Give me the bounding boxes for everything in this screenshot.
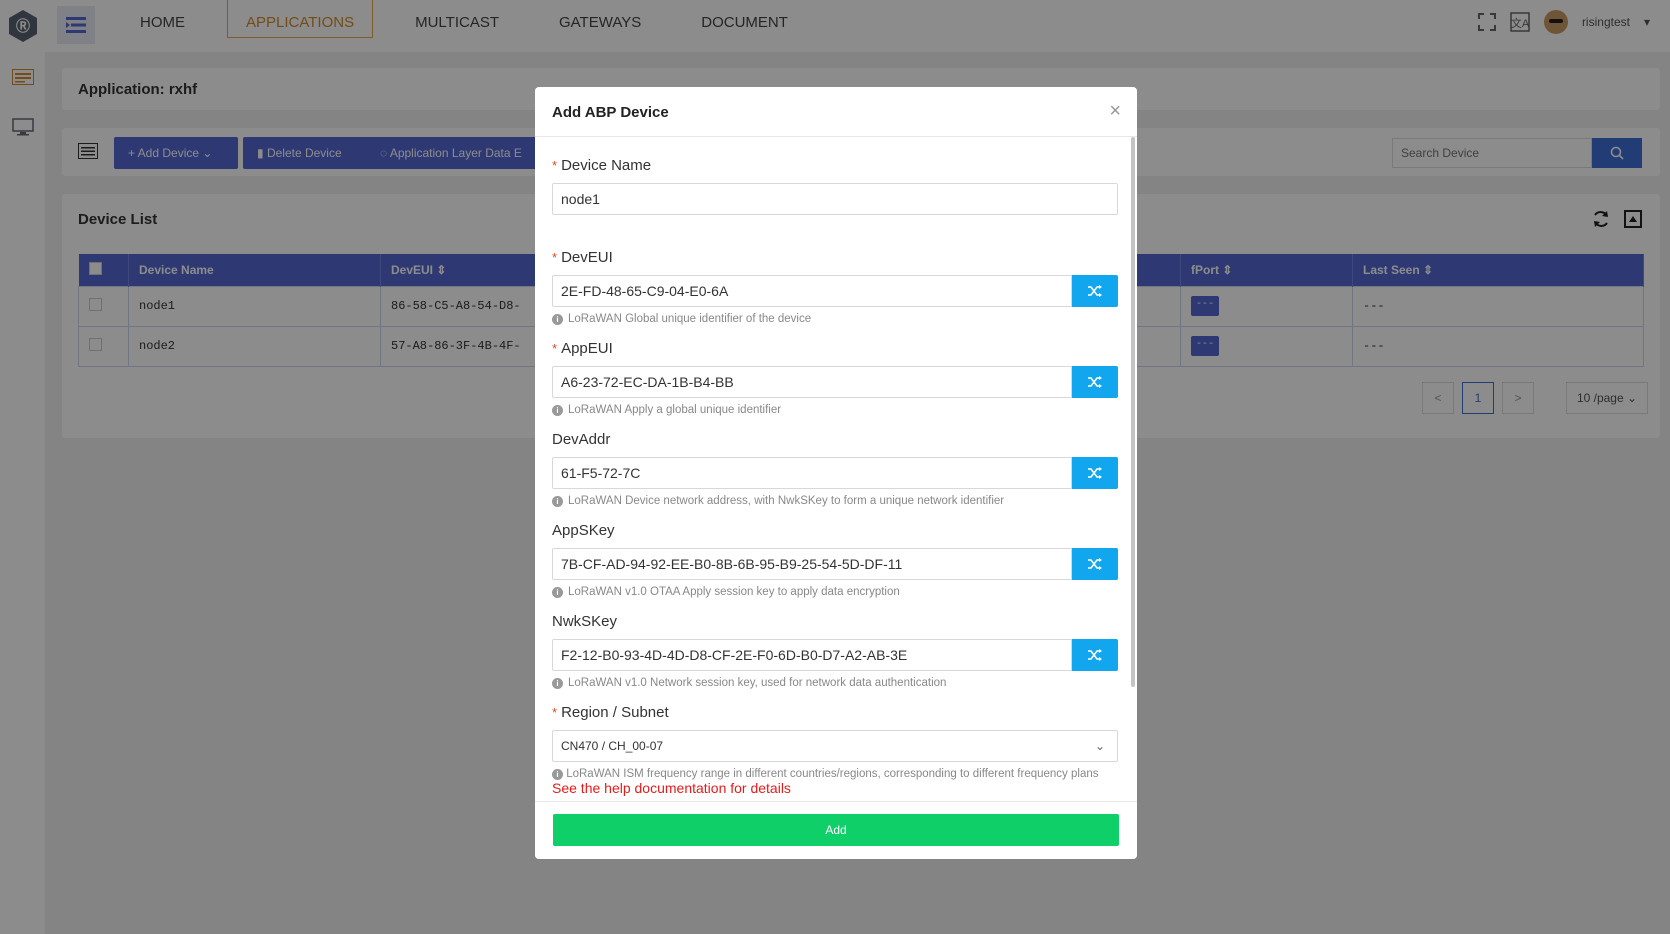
region-hint-text: LoRaWAN ISM frequency range in different…: [566, 768, 1099, 780]
appskey-input-group: [552, 548, 1118, 580]
nwkskey-hint: i LoRaWAN v1.0 Network session key, used …: [552, 677, 1118, 689]
region-field: * Region / Subnet CN470 / CH_00-07 ⌄ i Lo…: [552, 704, 1118, 796]
appeui-hint: i LoRaWAN Apply a global unique identifie…: [552, 404, 1118, 416]
shuffle-icon: [1088, 558, 1102, 570]
region-selected-value: CN470 / CH_00-07: [561, 739, 664, 753]
appskey-hint-text: LoRaWAN v1.0 OTAA Apply session key to a…: [568, 586, 900, 598]
region-hint: i LoRaWAN ISM frequency range in differe…: [552, 768, 1118, 796]
deveui-label-text: DevEUI: [561, 249, 613, 266]
appskey-field: AppSKey i LoRaWAN v1.0 OTAA Apply session…: [552, 522, 1118, 598]
required-marker: *: [552, 341, 558, 356]
appeui-input-group: [552, 366, 1118, 398]
info-icon: i: [552, 314, 563, 325]
deveui-hint-text: LoRaWAN Global unique identifier of the …: [568, 313, 812, 325]
modal-body[interactable]: *Device Name *DevEUI iLoRaWAN Global uni…: [535, 137, 1137, 801]
add-abp-device-modal: Add ABP Device × *Device Name *DevEUI iL…: [535, 87, 1137, 859]
device-name-input[interactable]: [552, 183, 1118, 215]
info-icon: i: [552, 405, 563, 416]
region-select[interactable]: CN470 / CH_00-07 ⌄: [552, 730, 1118, 762]
devaddr-hint-text: LoRaWAN Device network address, with Nwk…: [568, 495, 1005, 507]
required-marker: *: [552, 705, 558, 720]
nwkskey-field: NwkSKey i LoRaWAN v1.0 Network session ke…: [552, 613, 1118, 689]
region-label-text: Region / Subnet: [561, 704, 669, 721]
appskey-label: AppSKey: [552, 522, 615, 539]
shuffle-icon: [1088, 467, 1102, 479]
devaddr-input[interactable]: [552, 457, 1072, 489]
info-icon: i: [552, 678, 563, 689]
shuffle-icon: [1088, 649, 1102, 661]
devaddr-label: DevAddr: [552, 431, 611, 448]
generate-appskey-button[interactable]: [1072, 548, 1118, 580]
generate-devaddr-button[interactable]: [1072, 457, 1118, 489]
add-button[interactable]: Add: [553, 814, 1119, 846]
info-icon: i: [552, 496, 563, 507]
appeui-field: *AppEUI i LoRaWAN Apply a global unique i…: [552, 340, 1118, 416]
devaddr-hint: i LoRaWAN Device network address, with Nw…: [552, 495, 1118, 507]
nwkskey-input-group: [552, 639, 1118, 671]
close-icon[interactable]: ×: [1109, 101, 1121, 121]
generate-deveui-button[interactable]: [1072, 275, 1118, 307]
appeui-input[interactable]: [552, 366, 1072, 398]
shuffle-icon: [1088, 376, 1102, 388]
device-name-field: * Device Name: [552, 157, 1118, 215]
device-name-label: * Device Name: [552, 157, 1118, 179]
modal-footer: Add: [535, 801, 1137, 859]
deveui-input[interactable]: [552, 275, 1072, 307]
devaddr-input-group: [552, 457, 1118, 489]
generate-nwkskey-button[interactable]: [1072, 639, 1118, 671]
appeui-hint-text: LoRaWAN Apply a global unique identifier: [568, 404, 782, 416]
device-name-label-text: Device Name: [561, 157, 652, 174]
devaddr-field: DevAddr i LoRaWAN Device network address,…: [552, 431, 1118, 507]
help-doc-link[interactable]: See the help documentation for details: [552, 780, 791, 796]
modal-title: Add ABP Device: [552, 104, 669, 121]
deveui-hint: i LoRaWAN Global unique identifier of the…: [552, 313, 1118, 325]
appeui-label: * AppEUI: [552, 340, 1118, 362]
deveui-input-group: [552, 275, 1118, 307]
chevron-down-icon: ⌄: [1094, 739, 1105, 753]
nwkskey-input[interactable]: [552, 639, 1072, 671]
required-marker: *: [552, 250, 558, 265]
deveui-label: * DevEUI: [552, 249, 1118, 271]
nwkskey-label: NwkSKey: [552, 613, 618, 630]
generate-appeui-button[interactable]: [1072, 366, 1118, 398]
modal-header: Add ABP Device ×: [535, 87, 1137, 137]
nwkskey-hint-text: LoRaWAN v1.0 Network session key, used f…: [568, 677, 947, 689]
appeui-label-text: AppEUI: [561, 340, 613, 357]
required-marker: *: [552, 158, 558, 173]
appskey-input[interactable]: [552, 548, 1072, 580]
deveui-field: *DevEUI i LoRaWAN Global unique identifie…: [552, 249, 1118, 325]
info-icon: i: [552, 769, 563, 780]
appskey-hint: i LoRaWAN v1.0 OTAA Apply session key to …: [552, 586, 1118, 598]
shuffle-icon: [1088, 285, 1102, 297]
region-label: * Region / Subnet: [552, 704, 1118, 726]
modal-scrollbar[interactable]: [1131, 137, 1135, 687]
info-icon: i: [552, 587, 563, 598]
